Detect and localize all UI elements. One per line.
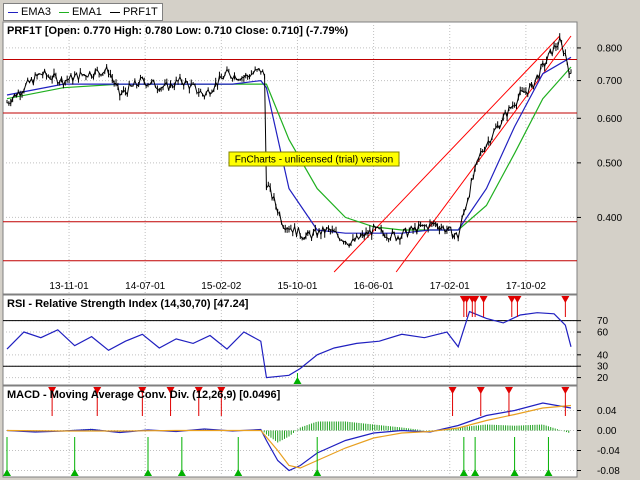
x-tick-label: 17-02-01 xyxy=(430,281,470,292)
legend-swatch xyxy=(8,11,18,13)
y-tick-label: 60 xyxy=(597,328,609,339)
y-tick-label: 40 xyxy=(597,350,609,361)
stock-chart-canvas: 0.400 0.500 0.600 0.700 0.800 13-11-01 14-07-0… xyxy=(2,21,622,478)
panel-title: RSI - Relative Strength Index (14,30,70)… xyxy=(7,298,249,310)
y-tick-label: 20 xyxy=(597,373,609,384)
y-tick-label: 0.800 xyxy=(597,43,622,54)
legend-item-ema3: EMA3 xyxy=(8,6,51,18)
legend-label: EMA1 xyxy=(71,6,102,18)
y-tick-label: 0.600 xyxy=(597,114,622,125)
trial-watermark: FnCharts - unlicensed (trial) version xyxy=(228,151,400,167)
legend-item-ema1: EMA1 xyxy=(58,6,102,18)
y-tick-label: -0.08 xyxy=(597,466,620,477)
x-tick-label: 16-06-01 xyxy=(354,281,394,292)
x-tick-label: 15-10-01 xyxy=(277,281,317,292)
x-tick-label: 13-11-01 xyxy=(49,281,89,292)
y-tick-label: -0.04 xyxy=(597,446,620,457)
y-tick-label: 0.00 xyxy=(597,426,617,437)
panel-2: 0.04 0.00 -0.04 -0.08 MACD - Moving Average … xyxy=(2,385,620,478)
panel-title: PRF1T [Open: 0.770 High: 0.780 Low: 0.71… xyxy=(7,25,348,37)
x-tick-label: 15-02-02 xyxy=(201,281,241,292)
panel-title: MACD - Moving Average Conv. Div. (12,26,… xyxy=(7,389,281,401)
legend-label: PRF1T xyxy=(122,6,158,18)
panel-1: 203040 6070 RSI - Relative Strength Index … xyxy=(2,294,609,386)
y-tick-label: 0.700 xyxy=(597,76,622,87)
chart-legend: EMA3 EMA1 PRF1T xyxy=(3,3,163,21)
x-tick-label: 14-07-01 xyxy=(125,281,165,292)
y-tick-label: 0.400 xyxy=(597,213,622,224)
x-tick-label: 17-10-02 xyxy=(506,281,546,292)
y-tick-label: 30 xyxy=(597,362,609,373)
y-tick-label: 0.500 xyxy=(597,158,622,169)
y-tick-label: 0.04 xyxy=(597,406,617,417)
legend-label: EMA3 xyxy=(21,6,51,18)
legend-swatch xyxy=(58,11,69,13)
legend-item-prf1t: PRF1T xyxy=(109,6,158,18)
watermark-text: FnCharts - unlicensed (trial) version xyxy=(235,155,393,166)
legend-swatch xyxy=(109,11,120,13)
y-tick-label: 70 xyxy=(597,316,609,327)
